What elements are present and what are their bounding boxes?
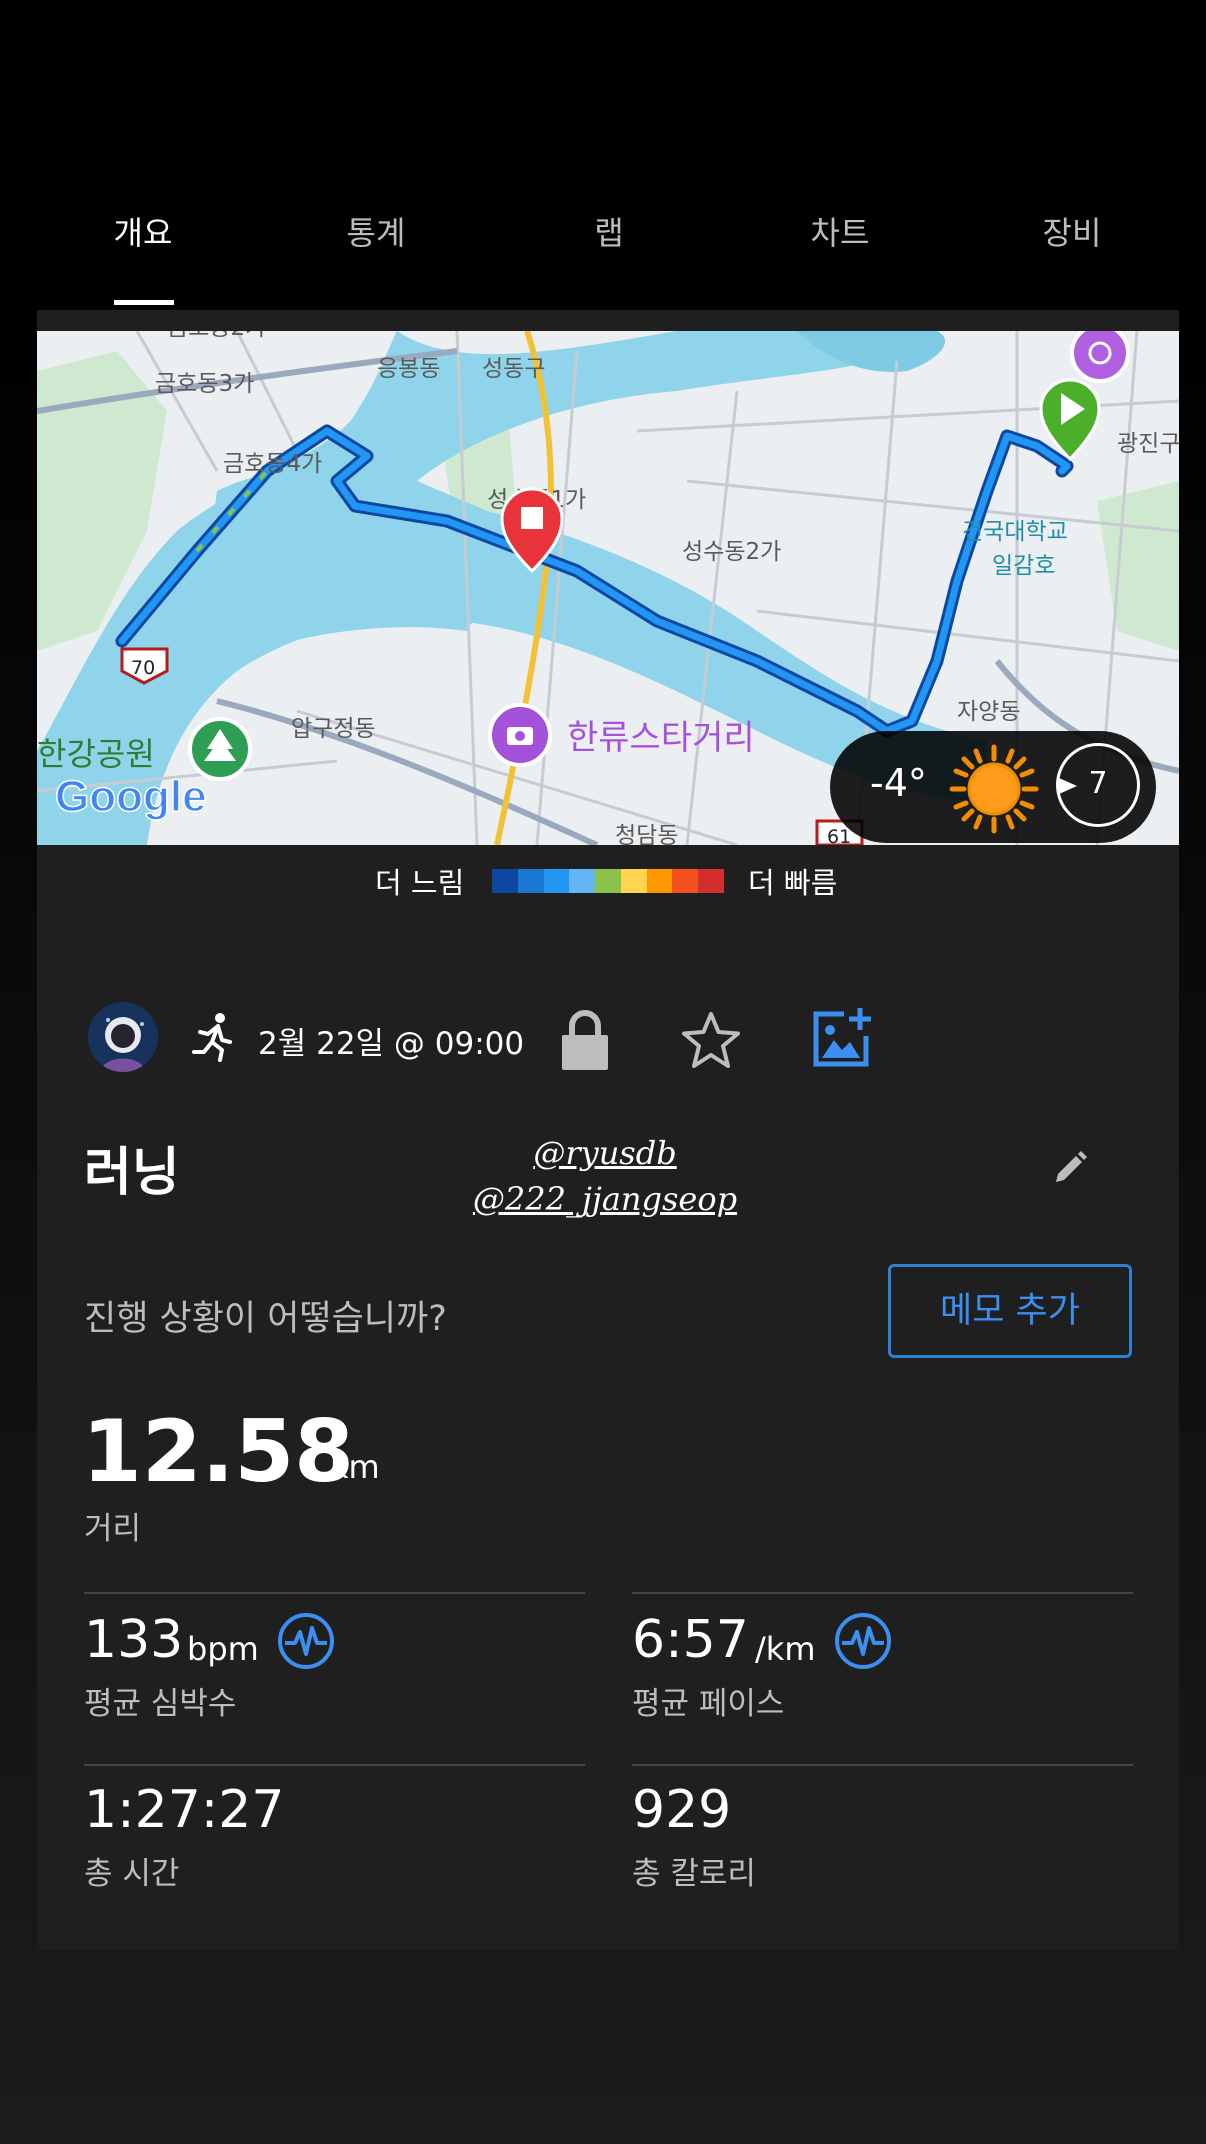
legend-swatch (517, 869, 544, 893)
distance-unit: km (330, 1448, 380, 1486)
user-handle: @222_jjangseop (472, 1180, 738, 1218)
heart-rate-zone-icon[interactable] (277, 1612, 335, 1670)
tab-charts[interactable]: 차트 (811, 208, 870, 254)
legend-swatch (620, 869, 647, 893)
legend-swatch (569, 869, 596, 893)
legend-swatch (543, 869, 570, 893)
legend-swatch (595, 869, 621, 893)
legend-fast-label: 더 빠름 (748, 866, 838, 900)
poi-icon (1070, 331, 1130, 383)
wind-speed: 7 (1088, 766, 1108, 801)
activity-title: 러닝 (84, 1143, 180, 1203)
road-number: 70 (131, 657, 155, 679)
map-label: 압구정동 (291, 716, 376, 742)
pace-zone-icon[interactable] (834, 1612, 892, 1670)
google-logo: Google (55, 772, 207, 821)
map-label: 광진구 (1117, 431, 1179, 457)
calories-value: 929 (632, 1780, 732, 1840)
active-tab-indicator (114, 300, 174, 305)
avg-pace-value: 6:57 (632, 1610, 749, 1670)
map-label: 건국대학교 (962, 519, 1068, 545)
divider (632, 1592, 1133, 1594)
avatar[interactable] (88, 1002, 158, 1072)
legend-swatch (672, 869, 699, 893)
tab-gear[interactable]: 장비 (1043, 208, 1102, 254)
tab-stats[interactable]: 통계 (347, 208, 406, 254)
total-time-value: 1:27:27 (84, 1780, 285, 1840)
map-label: 응봉동 (377, 356, 440, 382)
avg-hr-value: 133 (84, 1610, 184, 1670)
edit-pencil-icon[interactable] (1050, 1148, 1090, 1188)
add-memo-button[interactable]: 메모 추가 (888, 1264, 1132, 1358)
map-label: 일감호 (992, 553, 1055, 579)
astronaut-avatar-icon (88, 1002, 158, 1072)
map-label: 한강공원 (37, 735, 155, 773)
map-label: 자양동 (957, 699, 1020, 725)
distance-value: 12.58 (82, 1402, 355, 1502)
user-handle: @ryusdb (533, 1134, 677, 1172)
map-label: 금호동4가 (223, 451, 322, 477)
avg-pace-label: 평균 페이스 (632, 1686, 785, 1722)
map-label: 금호동3가 (155, 371, 254, 397)
map-label: 한류스타거리 (567, 718, 755, 758)
sun-icon (949, 744, 1039, 834)
map-label: 성동구 (482, 356, 545, 382)
avg-hr-unit: bpm (187, 1630, 259, 1668)
activity-datetime: 2월 22일 @ 09:00 (258, 1026, 525, 1062)
temperature: -4° (870, 761, 927, 805)
total-time-label: 총 시간 (84, 1856, 180, 1892)
map-label: 성수동2가 (682, 539, 781, 565)
avg-hr-label: 평균 심박수 (84, 1686, 237, 1722)
legend-slow-label: 더 느림 (375, 866, 465, 900)
tab-laps[interactable]: 랩 (594, 208, 623, 254)
distance-label: 거리 (84, 1511, 142, 1547)
legend-swatch (698, 869, 725, 893)
map-label: 금호동2가 (167, 331, 266, 341)
tab-overview[interactable]: 개요 (114, 208, 173, 254)
lock-icon[interactable] (558, 1008, 612, 1072)
wind-indicator: 7 (1056, 743, 1140, 827)
legend-swatch (492, 869, 518, 893)
avg-pace-unit: /km (755, 1630, 816, 1668)
tab-bar: 개요 통계 랩 차트 장비 (37, 160, 1179, 310)
road-number: 61 (827, 826, 851, 845)
calories-label: 총 칼로리 (632, 1856, 756, 1892)
running-icon (192, 1013, 232, 1062)
divider (84, 1764, 585, 1766)
map-label: 청담동 (615, 823, 678, 845)
add-photo-icon[interactable] (810, 1006, 876, 1068)
divider (632, 1764, 1133, 1766)
pace-color-legend (492, 869, 725, 893)
progress-question: 진행 상황이 어떻습니까? (84, 1299, 447, 1339)
legend-swatch (646, 869, 673, 893)
star-icon[interactable] (680, 1010, 742, 1070)
divider (84, 1592, 585, 1594)
weather-badge: -4° 7 (830, 731, 1156, 843)
